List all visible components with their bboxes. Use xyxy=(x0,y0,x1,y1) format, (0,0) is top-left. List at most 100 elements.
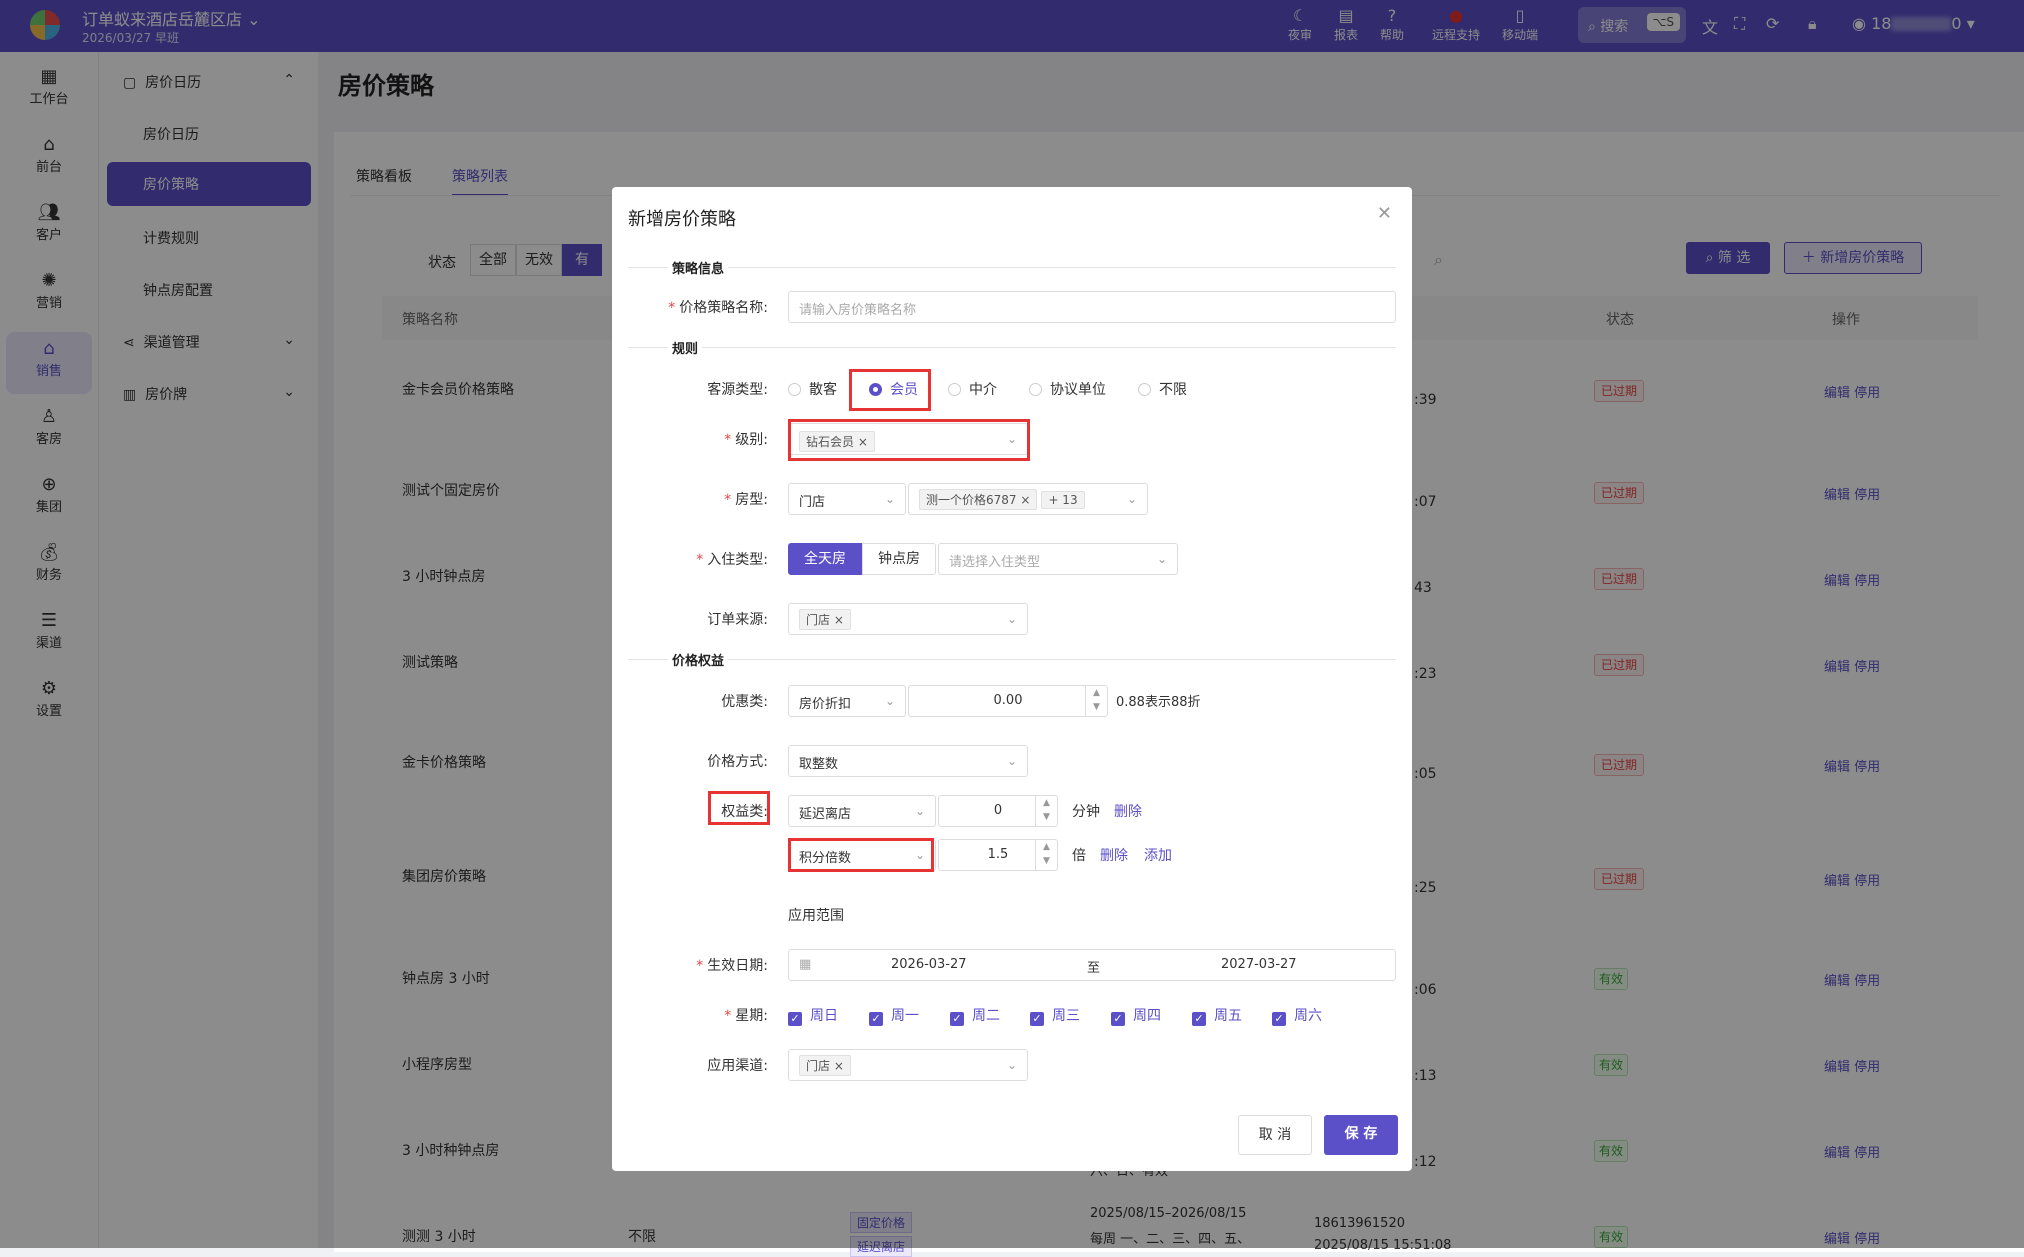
checkbox-monday[interactable]: ✓ 周一 xyxy=(869,1005,919,1026)
order-source-tag: 门店 × xyxy=(799,609,851,630)
checkin-label-text: 入住类型: xyxy=(707,552,768,568)
benefit1-delete-link[interactable]: 删除 xyxy=(1114,801,1142,821)
discount-type-select[interactable]: 房价折扣 ⌄ xyxy=(788,685,906,717)
benefit-add-link[interactable]: 添加 xyxy=(1144,845,1172,865)
checkbox-thursday[interactable]: ✓ 周四 xyxy=(1111,1005,1161,1026)
benefit2-unit: 倍 xyxy=(1072,848,1086,864)
discount-value: 0.00 xyxy=(993,693,1023,708)
room-store-select[interactable]: 门店 ⌄ xyxy=(788,483,906,515)
name-placeholder: 请输入房价策略名称 xyxy=(799,303,917,318)
radio-label: 中介 xyxy=(969,382,997,398)
strategy-name-input[interactable]: 请输入房价策略名称 xyxy=(788,291,1396,323)
checkin-hourly-button[interactable]: 钟点房 xyxy=(862,543,936,575)
weekday-label-text: 星期: xyxy=(735,1008,768,1024)
price-mode-label: 价格方式: xyxy=(707,754,768,770)
radio-dot xyxy=(948,383,961,396)
highlight-box xyxy=(788,838,934,872)
highlight-box xyxy=(788,419,1030,461)
benefit1-type-value: 延迟离店 xyxy=(799,807,852,822)
discount-hint: 0.88表示88折 xyxy=(1116,695,1201,710)
section-divider xyxy=(628,659,1396,660)
checkbox-tuesday[interactable]: ✓ 周二 xyxy=(950,1005,1000,1026)
radio-walkin[interactable]: 散客 xyxy=(788,379,837,399)
stepper-icon[interactable]: ▲ ▼ xyxy=(1085,686,1107,716)
name-label: * 价格策略名称: xyxy=(668,300,768,316)
order-source-label: 订单来源: xyxy=(707,612,768,628)
radio-label: 不限 xyxy=(1159,382,1187,398)
radio-dot xyxy=(1138,383,1151,396)
radio-label: 散客 xyxy=(809,382,837,398)
chevron-down-icon: ⌄ xyxy=(1126,492,1137,506)
chevron-down-icon: ⌄ xyxy=(1006,754,1017,768)
checkbox-label: 周六 xyxy=(1294,1008,1322,1024)
source-type-label: 客源类型: xyxy=(707,382,768,398)
date-label: * 生效日期: xyxy=(696,958,768,974)
stepper-icon[interactable]: ▲ ▼ xyxy=(1035,840,1057,870)
channel-select[interactable]: 门店 × ⌄ xyxy=(788,1049,1028,1081)
discount-type-value: 房价折扣 xyxy=(799,697,852,712)
weekday-label: * 星期: xyxy=(724,1008,768,1024)
stepper-icon[interactable]: ▲ ▼ xyxy=(1035,796,1057,826)
date-range-picker[interactable]: ▦ 2026-03-27 至 2027-03-27 xyxy=(788,949,1396,981)
close-icon[interactable]: × xyxy=(834,1059,844,1073)
benefit2-value-input[interactable]: 1.5 ▲ ▼ xyxy=(938,839,1058,871)
checkin-type-select[interactable]: 请选择入住类型 ⌄ xyxy=(938,543,1178,575)
level-label-text: 级别: xyxy=(735,432,768,448)
date-start[interactable]: 2026-03-27 xyxy=(891,957,967,972)
cancel-button[interactable]: 取 消 xyxy=(1238,1115,1312,1155)
room-type-label: * 房型: xyxy=(724,492,768,508)
price-mode-value: 取整数 xyxy=(799,757,839,772)
checkbox-label: 周五 xyxy=(1214,1008,1242,1024)
benefit1-unit: 分钟 xyxy=(1072,804,1100,820)
radio-dot xyxy=(788,383,801,396)
add-strategy-dialog: 新增房价策略 ✕ 策略信息 * 价格策略名称: 请输入房价策略名称 规则 客源类型… xyxy=(612,187,1412,1171)
room-label-text: 房型: xyxy=(735,492,768,508)
order-source-tag-text: 门店 xyxy=(806,613,831,627)
close-icon[interactable]: × xyxy=(834,613,844,627)
benefit1-type-select[interactable]: 延迟离店 ⌄ xyxy=(788,795,936,827)
checkin-type-label: * 入住类型: xyxy=(696,552,768,568)
section-rules-title: 规则 xyxy=(668,338,703,357)
checkbox-label: 周一 xyxy=(891,1008,919,1024)
room-type-select[interactable]: 测一个价格6787 × + 13 ⌄ xyxy=(908,483,1148,515)
benefit1-value-input[interactable]: 0 ▲ ▼ xyxy=(938,795,1058,827)
checkbox-friday[interactable]: ✓ 周五 xyxy=(1192,1005,1242,1026)
checkbox-label: 周日 xyxy=(810,1008,838,1024)
section-divider xyxy=(628,267,1396,268)
name-label-text: 价格策略名称: xyxy=(679,300,768,316)
chevron-down-icon: ⌄ xyxy=(914,804,925,818)
checkbox-sunday[interactable]: ✓ 周日 xyxy=(788,1005,838,1026)
checkin-fullday-button[interactable]: 全天房 xyxy=(788,543,862,575)
close-icon[interactable]: × xyxy=(1020,493,1030,507)
benefit1-value: 0 xyxy=(993,803,1003,818)
date-label-text: 生效日期: xyxy=(707,958,768,974)
close-icon[interactable]: ✕ xyxy=(1377,203,1392,224)
check-icon: ✓ xyxy=(788,1012,802,1026)
highlight-box xyxy=(849,369,931,411)
checkbox-wednesday[interactable]: ✓ 周三 xyxy=(1030,1005,1080,1026)
section-benefits-title: 价格权益 xyxy=(668,650,729,669)
radio-unlimited[interactable]: 不限 xyxy=(1138,379,1187,399)
checkbox-label: 周三 xyxy=(1052,1008,1080,1024)
chevron-down-icon: ⌄ xyxy=(1006,612,1017,626)
order-source-select[interactable]: 门店 × ⌄ xyxy=(788,603,1028,635)
section-info-title: 策略信息 xyxy=(668,258,729,277)
check-icon: ✓ xyxy=(1272,1012,1286,1026)
dialog-title: 新增房价策略 xyxy=(628,209,736,230)
highlight-box xyxy=(708,791,770,825)
radio-agent[interactable]: 中介 xyxy=(948,379,997,399)
room-tag-text: 测一个价格6787 xyxy=(926,493,1017,507)
channel-tag-text: 门店 xyxy=(806,1059,831,1073)
checkbox-label: 周四 xyxy=(1133,1008,1161,1024)
scope-title: 应用范围 xyxy=(788,908,844,924)
save-button[interactable]: 保 存 xyxy=(1324,1115,1398,1155)
radio-corporate[interactable]: 协议单位 xyxy=(1029,379,1106,399)
radio-label: 协议单位 xyxy=(1050,382,1106,398)
chevron-down-icon: ⌄ xyxy=(1006,1058,1017,1072)
price-mode-select[interactable]: 取整数 ⌄ xyxy=(788,745,1028,777)
room-more-tag: + 13 xyxy=(1041,491,1085,509)
date-end[interactable]: 2027-03-27 xyxy=(1221,957,1297,972)
checkbox-saturday[interactable]: ✓ 周六 xyxy=(1272,1005,1322,1026)
discount-value-input[interactable]: 0.00 ▲ ▼ xyxy=(908,685,1108,717)
benefit2-delete-link[interactable]: 删除 xyxy=(1100,845,1128,865)
